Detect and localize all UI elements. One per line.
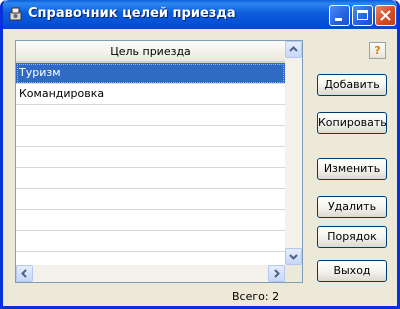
chevron-up-icon	[289, 46, 298, 52]
horizontal-scrollbar[interactable]	[16, 265, 285, 282]
table-rows: Туризм Командировка	[16, 63, 285, 273]
dialog-window: Справочник целей приезда Цель приезда Ту…	[0, 0, 400, 309]
table-row[interactable]	[16, 189, 285, 210]
close-icon	[380, 10, 391, 21]
table-row[interactable]: Командировка	[16, 84, 285, 105]
exit-button[interactable]: Выход	[317, 260, 387, 282]
table-row[interactable]	[16, 126, 285, 147]
chevron-down-icon	[289, 254, 298, 260]
add-button[interactable]: Добавить	[317, 74, 387, 96]
scroll-left-button[interactable]	[16, 265, 33, 282]
order-button[interactable]: Порядок	[317, 226, 387, 248]
column-header-purpose[interactable]: Цель приезда	[16, 41, 285, 63]
table-row[interactable]	[16, 168, 285, 189]
minimize-button[interactable]	[329, 5, 350, 26]
help-icon: ?	[374, 44, 381, 57]
scrollbar-corner	[285, 265, 302, 282]
table-row[interactable]	[16, 105, 285, 126]
table-row[interactable]: Туризм	[16, 63, 285, 84]
total-count: Всего: 2	[232, 290, 280, 303]
scroll-right-button[interactable]	[268, 265, 285, 282]
maximize-icon	[357, 10, 368, 20]
copy-button[interactable]: Копировать	[317, 112, 387, 134]
edit-button[interactable]: Изменить	[317, 158, 387, 180]
chevron-right-icon	[274, 269, 280, 278]
table-row[interactable]	[16, 231, 285, 252]
table-row[interactable]	[16, 210, 285, 231]
scroll-up-button[interactable]	[285, 41, 302, 58]
vertical-scrollbar[interactable]	[285, 41, 302, 265]
help-button[interactable]: ?	[369, 42, 386, 59]
delete-button[interactable]: Удалить	[317, 196, 387, 218]
scroll-down-button[interactable]	[285, 248, 302, 265]
gear-icon[interactable]	[8, 6, 24, 22]
table-row[interactable]	[16, 147, 285, 168]
close-button[interactable]	[375, 5, 396, 26]
title-bar[interactable]: Справочник целей приезда	[3, 0, 397, 29]
purposes-table[interactable]: Цель приезда Туризм Командировка	[15, 40, 303, 283]
maximize-button[interactable]	[352, 5, 373, 26]
minimize-icon	[335, 18, 342, 21]
chevron-left-icon	[21, 269, 27, 278]
window-title: Справочник целей приезда	[28, 6, 236, 21]
